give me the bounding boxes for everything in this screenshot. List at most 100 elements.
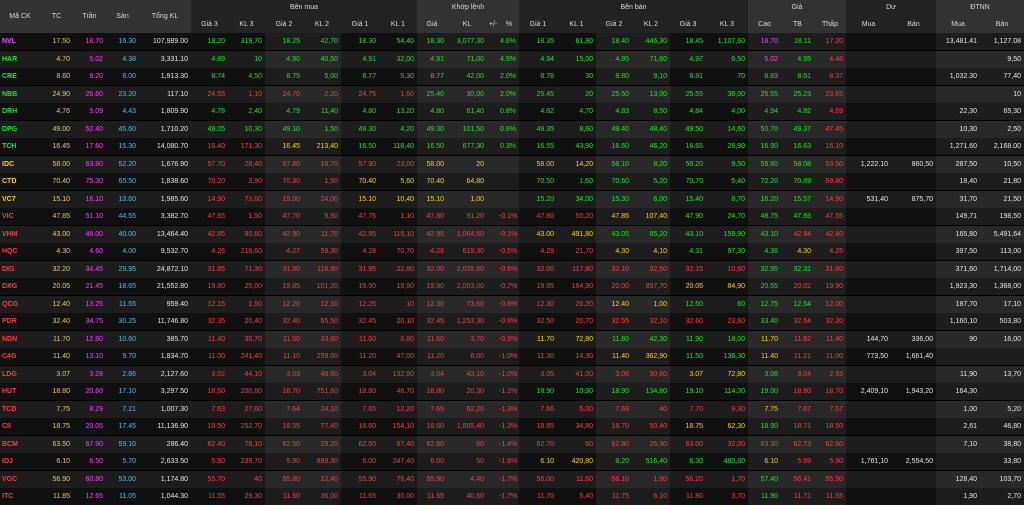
table-row[interactable]: VIC 47.85 51.10 44.55 3,382.70 47.65 1,50 47.70… (0, 208, 1024, 225)
cell-symbol[interactable]: DPG (0, 121, 40, 138)
cell-foreign-sell: 13,70 (980, 365, 1024, 383)
cell-remain-buy: 2,409,10 (860, 388, 888, 395)
table-row[interactable]: TCH 16.45 17.60 15.30 14,080.70 16.40 171,30 16… (0, 138, 1024, 155)
table-row[interactable]: HAR 4.70 5.02 4.38 3,331.10 4.89 10 4.90 40,50 4.… (0, 50, 1024, 68)
cell-ask1-price: 4.29 (540, 248, 554, 255)
cell-symbol[interactable]: NBB (0, 86, 40, 103)
table-row[interactable]: VGC 56.90 60.80 53.00 1,174.80 55.70 40 55.80 12… (0, 470, 1024, 488)
table-row[interactable]: IDC 58.00 63.80 52.20 1,676.90 57.70 28,40 57.8… (0, 155, 1024, 173)
cell-symbol[interactable]: HQC (0, 243, 40, 260)
cell-symbol[interactable]: VC7 (0, 191, 40, 208)
table-row[interactable]: DRH 4.76 5.09 4.43 1,809.90 4.78 2,40 4.79 11,40… (0, 103, 1024, 120)
header-high[interactable]: Cao (748, 15, 781, 33)
table-row[interactable]: NBB 24.90 26.60 23.20 117.10 24.55 1,10 24.70 2,… (0, 85, 1024, 103)
cell-remain-sell: 2,554,50 (905, 458, 933, 465)
cell-symbol[interactable]: NDN (0, 331, 40, 348)
cell-symbol[interactable]: DRH (0, 103, 40, 120)
table-row[interactable]: CII 18.75 20.05 17.45 11,136.90 18.50 252,70 18… (0, 418, 1024, 435)
cell-symbol[interactable]: TCH (0, 138, 40, 155)
cell-symbol[interactable]: HUT (0, 383, 40, 400)
cell-symbol[interactable]: CII (0, 418, 40, 435)
header-ask2-price[interactable]: Giá 2 (596, 15, 632, 33)
header-foreign-buy[interactable]: Mua (936, 15, 980, 33)
cell-avg: 4.82 (781, 103, 814, 120)
header-ceiling[interactable]: Trần (73, 0, 106, 33)
cell-symbol[interactable]: ITC (0, 488, 40, 505)
table-row[interactable]: NVL 17.50 18.70 16.30 107,989.00 18.20 319,70 1… (0, 33, 1024, 50)
cell-remain-sell (891, 121, 936, 138)
header-match-change[interactable]: +/- (487, 15, 499, 33)
header-foreign-sell[interactable]: Bán (980, 15, 1024, 33)
header-bid3-price[interactable]: Giá 3 (191, 15, 228, 33)
header-ask2-vol[interactable]: KL 2 (632, 15, 670, 33)
header-bid1-price[interactable]: Giá 1 (341, 15, 379, 33)
table-row[interactable]: HUT 18.80 20.60 17.10 3,297.50 18.60 200,60 18.… (0, 383, 1024, 400)
header-ask1-price[interactable]: Giá 1 (519, 15, 557, 33)
cell-match-change (487, 120, 499, 138)
cell-symbol[interactable]: VHM (0, 226, 40, 243)
cell-symbol[interactable]: C4G (0, 348, 40, 365)
table-row[interactable]: HQC 4.30 4.60 4.00 9,532.70 4.26 216,60 4.27 59,… (0, 243, 1024, 260)
table-row[interactable]: IDJ 6.10 6.50 5.70 2,633.50 5.80 239,70 5.90 889… (0, 453, 1024, 470)
cell-bid2-vol: 18,70 (303, 155, 341, 173)
cell-symbol[interactable]: HAR (0, 51, 40, 68)
cell-ask1-price: 43.00 (536, 230, 554, 238)
header-remain-buy[interactable]: Mua (846, 15, 891, 33)
table-row[interactable]: VC7 15.10 16.10 13.60 1,985.60 14.90 73,60 15.0… (0, 190, 1024, 208)
table-row[interactable]: DXG 20.05 21.45 18.65 21,552.80 19.80 25,00 19.… (0, 278, 1024, 295)
table-row[interactable]: ITC 11.85 12.65 11.05 1,044.30 11.55 29,30 11.6… (0, 488, 1024, 505)
cell-bid3-price: 11.55 (208, 493, 225, 500)
cell-low: 7.57 (814, 400, 846, 418)
cell-symbol[interactable]: BCM (0, 436, 40, 453)
header-floor[interactable]: Sàn (106, 0, 139, 33)
table-row[interactable]: VHM 43.00 46.00 40.00 13,464.40 42.85 80,60 42.… (0, 225, 1024, 243)
header-match-vol[interactable]: KL (447, 15, 487, 33)
table-row[interactable]: BCM 63.50 67.90 59.10 286.40 62.40 76,10 62.50 2… (0, 435, 1024, 453)
header-match-price[interactable]: Giá (417, 15, 447, 33)
table-row[interactable]: QCG 12.40 13.25 11.55 959.40 12.15 1,50 12.20 12… (0, 295, 1024, 313)
cell-symbol[interactable]: IDC (0, 156, 40, 173)
table-row[interactable]: LDG 3.07 3.28 2.86 2,127.60 3.02 44,10 3.03 48,6… (0, 365, 1024, 383)
table-row[interactable]: NDN 11.70 12.80 10.60 385.70 11.40 30,70 11.50 3… (0, 330, 1024, 348)
cell-ask2-vol: 13,00 (632, 85, 670, 103)
cell-symbol[interactable]: CRE (0, 68, 40, 85)
header-bid3-vol[interactable]: KL 3 (228, 15, 265, 33)
header-avg[interactable]: TB (781, 15, 814, 33)
header-ask1-vol[interactable]: KL 1 (557, 15, 596, 33)
cell-symbol[interactable]: CTD (0, 173, 40, 190)
header-bid2-vol[interactable]: KL 2 (303, 15, 341, 33)
header-ask3-vol[interactable]: KL 3 (706, 15, 748, 33)
cell-symbol[interactable]: TCD (0, 401, 40, 418)
table-row[interactable]: CRE 8.60 9.20 8.00 1,913.30 8.74 4,50 8.75 5,00 8… (0, 68, 1024, 85)
cell-symbol[interactable]: DXG (0, 278, 40, 295)
header-total-volume[interactable]: Tổng KL (139, 0, 191, 33)
table-row[interactable]: TCD 7.75 8.29 7.21 1,007.30 7.63 27,60 7.64 24,1… (0, 400, 1024, 418)
cell-symbol[interactable]: PDR (0, 313, 40, 330)
cell-symbol[interactable]: VGC (0, 471, 40, 488)
table-row[interactable]: PDR 32.40 34.75 30.25 11,746.80 32.35 20,40 32.… (0, 313, 1024, 330)
cell-symbol[interactable]: IDJ (0, 453, 40, 470)
header-ask3-price[interactable]: Giá 3 (670, 15, 706, 33)
cell-match-vol: 91,20 (447, 208, 487, 225)
header-low[interactable]: Thấp (814, 15, 846, 33)
cell-symbol[interactable]: QCG (0, 296, 40, 313)
header-symbol[interactable]: Mã CK (0, 0, 40, 33)
cell-ask2-vol: 32,10 (632, 313, 670, 330)
table-row[interactable]: C4G 11.40 13.10 9.70 1,834.70 11.00 241,40 11.1… (0, 348, 1024, 365)
cell-bid3-price: 16.40 (207, 143, 225, 150)
cell-symbol[interactable]: DIG (0, 261, 40, 278)
cell-bid1-vol: 247,40 (392, 458, 414, 465)
header-bid1-vol[interactable]: KL 1 (379, 15, 417, 33)
cell-remain-buy (846, 278, 891, 295)
cell-symbol[interactable]: NVL (0, 33, 40, 50)
header-ref[interactable]: TC (40, 0, 73, 33)
header-match-percent[interactable]: % (499, 15, 519, 33)
table-row[interactable]: CTD 70.40 75.30 65.50 1,838.60 70.20 3,90 70.30… (0, 173, 1024, 190)
cell-symbol[interactable]: VIC (0, 208, 40, 225)
table-row[interactable]: DIG 32.20 34.45 29.95 24,872.10 31.85 71,30 31.… (0, 260, 1024, 278)
header-bid2-price[interactable]: Giá 2 (265, 15, 303, 33)
header-remain-sell[interactable]: Bán (891, 15, 936, 33)
cell-foreign-buy: 11,90 (936, 365, 980, 383)
table-row[interactable]: DPG 49.00 52.40 45.60 1,710.20 49.05 10,30 49.1… (0, 120, 1024, 138)
cell-symbol[interactable]: LDG (0, 366, 40, 383)
